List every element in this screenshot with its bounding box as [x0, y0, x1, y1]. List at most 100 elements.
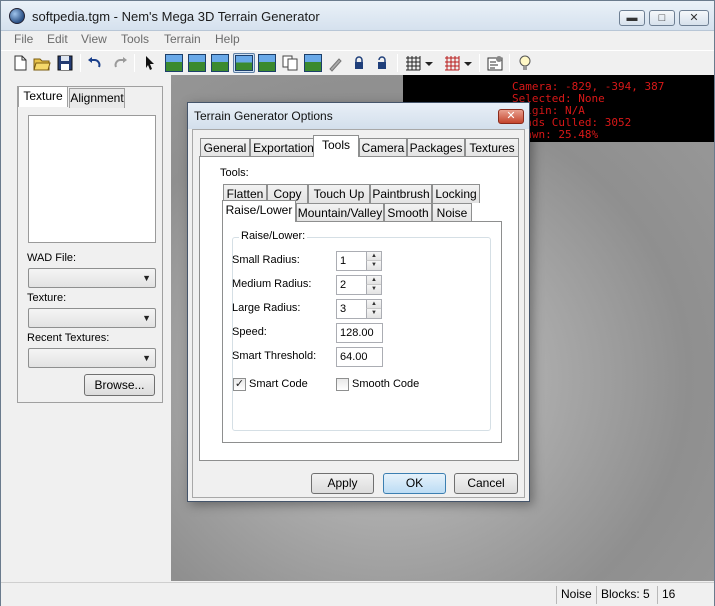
texture-select[interactable]: ▼: [28, 308, 156, 328]
menu-view[interactable]: View: [81, 32, 107, 46]
tab-raise-lower[interactable]: Raise/Lower: [222, 200, 296, 222]
chevron-down-icon[interactable]: [424, 54, 434, 72]
dialog-title: Terrain Generator Options: [194, 109, 333, 123]
apply-button[interactable]: Apply: [311, 473, 374, 494]
toolbar-separator: [509, 54, 510, 72]
terrain-view-4-icon[interactable]: [233, 53, 255, 73]
menu-terrain[interactable]: Terrain: [164, 32, 201, 46]
medium-radius-value: 2: [340, 279, 347, 291]
tab-smooth[interactable]: Smooth: [384, 203, 432, 222]
terrain-view-3-icon[interactable]: [211, 54, 229, 72]
menu-file[interactable]: File: [14, 32, 33, 46]
texture-preview: [28, 115, 156, 243]
tab-touch-up[interactable]: Touch Up: [308, 184, 370, 203]
dialog-title-bar: Terrain Generator Options ✕: [188, 103, 529, 129]
speed-value: 128.00: [340, 327, 374, 339]
terrain-view-1-icon[interactable]: [165, 54, 183, 72]
copy-icon[interactable]: [281, 54, 299, 72]
browse-button[interactable]: Browse...: [84, 374, 155, 396]
raise-lower-group-label: Raise/Lower:: [239, 230, 308, 242]
lock-icon[interactable]: [350, 54, 368, 72]
menu-bar: File Edit View Tools Terrain Help: [1, 31, 714, 49]
chevron-down-icon[interactable]: [463, 54, 473, 72]
dialog-body: General Exportation Tools Camera Package…: [192, 129, 525, 498]
tab-texture[interactable]: Texture: [18, 86, 68, 107]
chevron-down-icon: ▼: [142, 313, 151, 323]
toolbar-separator: [479, 54, 480, 72]
tab-camera[interactable]: Camera: [359, 138, 407, 157]
terrain-view-2-icon[interactable]: [188, 54, 206, 72]
texture-panel: Texture Alignment WAD File: ▼ Texture: ▼…: [17, 86, 163, 403]
grid-red-icon[interactable]: [443, 54, 461, 72]
open-folder-icon[interactable]: [33, 54, 51, 72]
tab-locking[interactable]: Locking: [432, 184, 480, 203]
wad-file-label: WAD File:: [27, 252, 77, 264]
properties-icon[interactable]: [486, 54, 504, 72]
spinner-up-icon[interactable]: ▲: [366, 276, 381, 285]
speed-label: Speed:: [232, 326, 267, 338]
small-radius-spinner[interactable]: 1 ▲ ▼: [336, 251, 382, 271]
tab-tools[interactable]: Tools: [313, 135, 359, 157]
save-icon[interactable]: [56, 54, 74, 72]
toolbar-separator: [80, 54, 81, 72]
terrain-view-6-icon[interactable]: [304, 54, 322, 72]
window-title: softpedia.tgm - Nem's Mega 3D Terrain Ge…: [32, 9, 320, 24]
grid-icon[interactable]: [404, 54, 422, 72]
minimize-button[interactable]: ▬: [619, 10, 645, 26]
redo-icon[interactable]: [111, 54, 129, 72]
tab-mountain-valley[interactable]: Mountain/Valley: [296, 203, 384, 222]
menu-help[interactable]: Help: [215, 32, 240, 46]
menu-edit[interactable]: Edit: [47, 32, 68, 46]
smooth-code-checkbox[interactable]: [336, 378, 349, 391]
unlock-icon[interactable]: [373, 54, 391, 72]
close-button[interactable]: ✕: [679, 10, 709, 26]
large-radius-value: 3: [340, 303, 347, 315]
tab-packages[interactable]: Packages: [407, 138, 465, 157]
smart-code-label: Smart Code: [249, 378, 308, 390]
medium-radius-label: Medium Radius:: [232, 278, 312, 290]
raise-lower-group: Raise/Lower: Small Radius: 1 ▲ ▼ Medium …: [232, 230, 491, 431]
speed-input[interactable]: 128.00: [336, 323, 383, 343]
paint-brush-icon[interactable]: [327, 54, 345, 72]
medium-radius-spinner[interactable]: 2 ▲ ▼: [336, 275, 382, 295]
texture-label: Texture:: [27, 292, 67, 304]
large-radius-spinner[interactable]: 3 ▲ ▼: [336, 299, 382, 319]
tab-alignment[interactable]: Alignment: [69, 88, 125, 108]
tab-general[interactable]: General: [200, 138, 250, 157]
status-message: [11, 586, 551, 604]
smart-threshold-input[interactable]: 64.00: [336, 347, 383, 367]
title-bar: softpedia.tgm - Nem's Mega 3D Terrain Ge…: [1, 1, 714, 31]
tab-textures[interactable]: Textures: [465, 138, 519, 157]
select-arrow-icon[interactable]: [141, 54, 159, 72]
status-count: 16: [657, 586, 679, 604]
small-radius-value: 1: [340, 255, 347, 267]
terrain-view-5-icon[interactable]: [258, 54, 276, 72]
tab-exportation[interactable]: Exportation: [250, 138, 317, 157]
tab-paintbrush[interactable]: Paintbrush: [370, 184, 432, 203]
dialog-close-button[interactable]: ✕: [498, 109, 524, 124]
spinner-down-icon[interactable]: ▼: [366, 285, 381, 294]
toolbar-separator: [397, 54, 398, 72]
undo-icon[interactable]: [86, 54, 104, 72]
tab-noise[interactable]: Noise: [432, 203, 472, 222]
recent-textures-select[interactable]: ▼: [28, 348, 156, 368]
menu-tools[interactable]: Tools: [121, 32, 149, 46]
smart-code-checkbox[interactable]: ✓: [233, 378, 246, 391]
main-window: softpedia.tgm - Nem's Mega 3D Terrain Ge…: [0, 0, 715, 606]
tools-tab-panel: Tools: Flatten Copy Touch Up Paintbrush …: [199, 156, 519, 461]
maximize-button[interactable]: □: [649, 10, 675, 26]
wad-file-select[interactable]: ▼: [28, 268, 156, 288]
smooth-code-label: Smooth Code: [352, 378, 420, 390]
lightbulb-icon[interactable]: [516, 54, 534, 72]
smart-threshold-value: 64.00: [340, 351, 368, 363]
status-bar: Noise Blocks: 5 16: [1, 582, 714, 606]
large-radius-label: Large Radius:: [232, 302, 301, 314]
spinner-down-icon[interactable]: ▼: [366, 309, 381, 318]
terrain-options-dialog: Terrain Generator Options ✕ General Expo…: [187, 102, 530, 502]
cancel-button[interactable]: Cancel: [454, 473, 518, 494]
spinner-down-icon[interactable]: ▼: [366, 261, 381, 270]
new-file-icon[interactable]: [11, 54, 29, 72]
ok-button[interactable]: OK: [383, 473, 446, 494]
spinner-up-icon[interactable]: ▲: [366, 252, 381, 261]
spinner-up-icon[interactable]: ▲: [366, 300, 381, 309]
